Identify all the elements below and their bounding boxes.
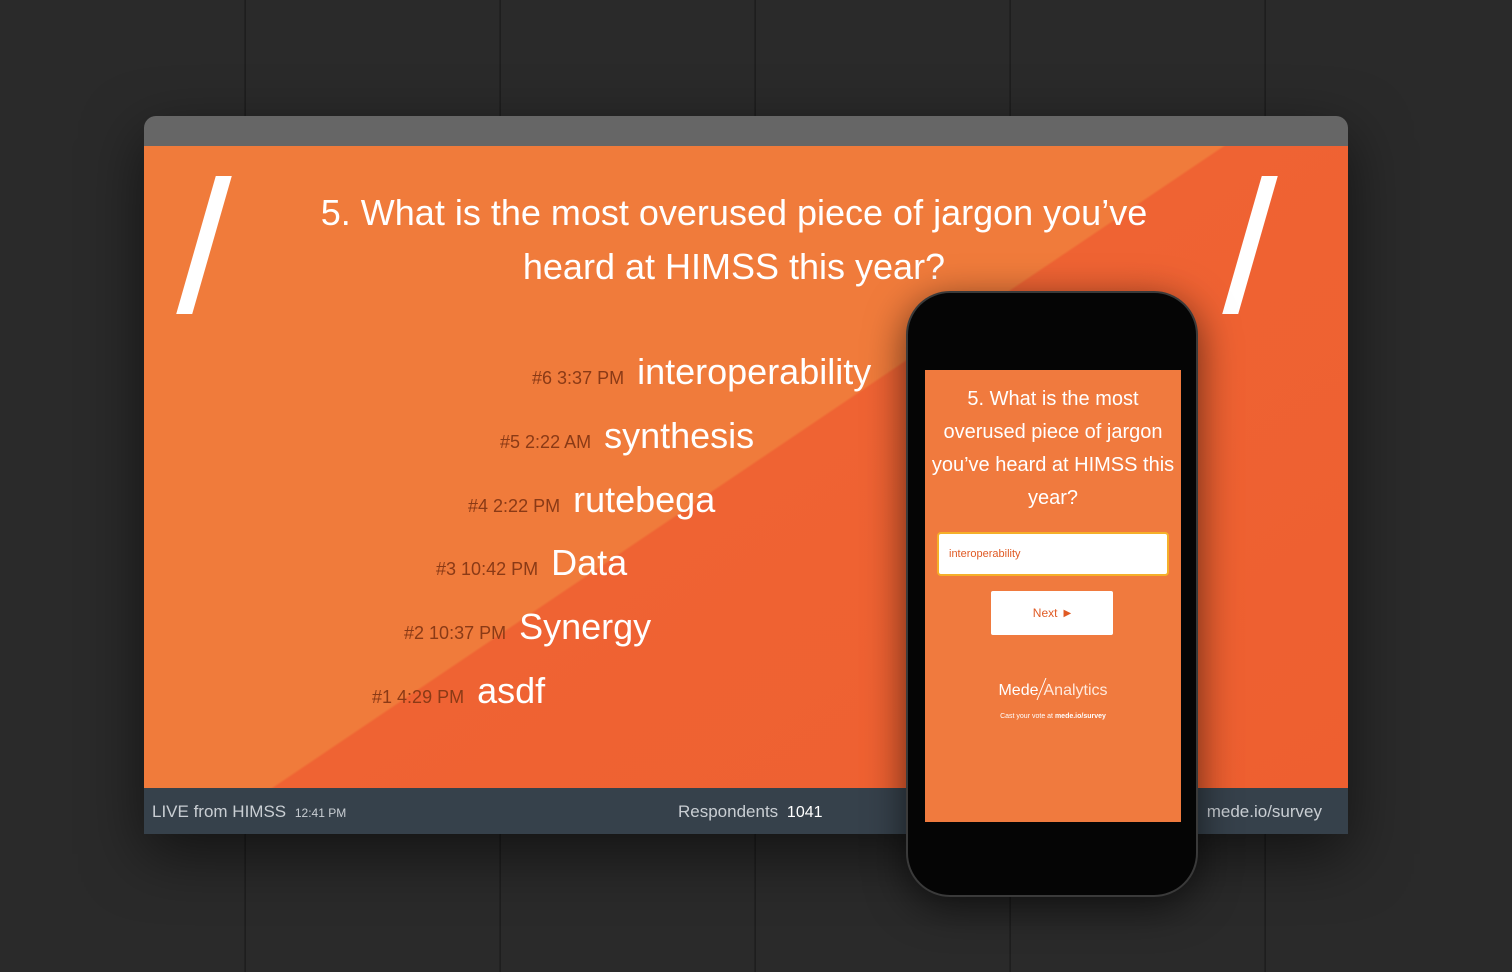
answer-meta: #2 10:37 PM xyxy=(404,623,507,643)
answer-item: #6 3:37 PM interoperability xyxy=(532,351,871,393)
answer-text: Data xyxy=(551,542,628,583)
answer-text: Synergy xyxy=(519,606,652,647)
survey-url[interactable]: mede.io/survey xyxy=(1207,802,1322,822)
answer-text: interoperability xyxy=(637,351,872,392)
window-titlebar xyxy=(144,116,1348,146)
answer-item: #3 10:42 PM Data xyxy=(436,542,627,584)
answer-text: rutebega xyxy=(573,479,716,520)
answer-item: #5 2:22 AM synthesis xyxy=(500,415,754,457)
cast-vote-text: Cast your vote at mede.io/survey xyxy=(1000,713,1106,720)
respondents-counter: Respondents 1041 xyxy=(678,802,823,822)
medeanalytics-logo: Mede Analytics xyxy=(925,678,1181,700)
live-status: LIVE from HIMSS 12:41 PM xyxy=(152,802,346,822)
answer-item: #2 10:37 PM Synergy xyxy=(404,606,651,648)
answer-meta: #3 10:42 PM xyxy=(436,559,539,579)
answer-meta: #5 2:22 AM xyxy=(500,432,592,452)
answer-item: #1 4:29 PM asdf xyxy=(372,670,545,712)
answer-meta: #4 2:22 PM xyxy=(468,496,561,516)
phone-question: 5. What is the most overused piece of ja… xyxy=(931,388,1175,509)
answer-input[interactable]: interoperability xyxy=(937,532,1169,576)
phone-mockup: 5. What is the most overused piece of ja… xyxy=(906,291,1198,897)
answer-text: asdf xyxy=(477,670,546,711)
live-label: LIVE from HIMSS xyxy=(152,802,287,821)
next-label: Next xyxy=(1032,606,1058,620)
phone-screen: 5. What is the most overused piece of ja… xyxy=(925,370,1181,822)
answer-meta: #1 4:29 PM xyxy=(372,687,465,707)
respondents-count: 1041 xyxy=(786,804,823,821)
answer-meta: #6 3:37 PM xyxy=(532,368,625,388)
next-button[interactable]: Next ▶ xyxy=(991,591,1113,635)
live-time: 12:41 PM xyxy=(294,806,347,820)
cast-vote-url[interactable]: mede.io/survey xyxy=(1055,713,1106,720)
answer-text: synthesis xyxy=(604,415,755,456)
play-triangle-icon: ▶ xyxy=(1063,607,1072,619)
respondents-label: Respondents xyxy=(678,802,779,821)
answer-item: #4 2:22 PM rutebega xyxy=(468,479,715,521)
